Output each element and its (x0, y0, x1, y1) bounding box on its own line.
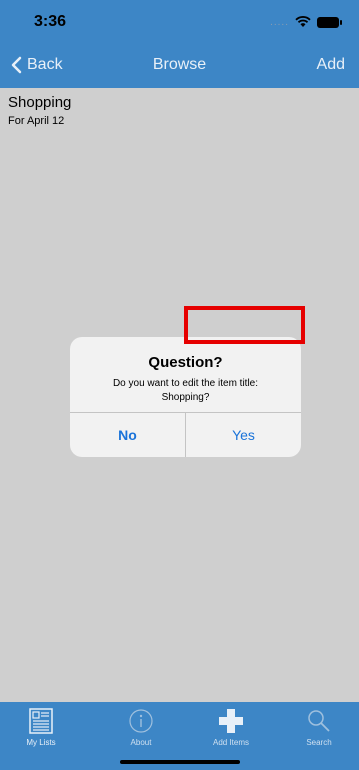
tab-search[interactable]: Search (284, 708, 354, 747)
search-icon (308, 710, 330, 732)
list-item-title: Shopping (8, 94, 72, 111)
plus-icon (219, 709, 243, 733)
tab-about[interactable]: About (106, 708, 176, 747)
status-icons: ..... (270, 16, 342, 28)
home-indicator (120, 760, 240, 764)
info-icon (129, 709, 153, 733)
tab-label: Add Items (212, 738, 249, 747)
add-button[interactable]: Add (317, 56, 345, 74)
tab-label: My Lists (26, 738, 56, 747)
tab-label: Search (306, 738, 332, 747)
list-item[interactable]: Shopping For April 12 (8, 94, 71, 127)
tab-add-items[interactable]: Add Items (196, 708, 266, 747)
wifi-icon (295, 16, 311, 27)
battery-icon (317, 16, 342, 28)
highlight-box (184, 306, 305, 344)
alert-dialog: Question? Do you want to edit the item t… (70, 337, 301, 457)
signal-icon: ..... (270, 16, 289, 28)
status-time: 3:36 (34, 13, 67, 30)
list-item-subtitle: For April 12 (8, 115, 65, 127)
no-button[interactable]: No (70, 413, 185, 457)
list-icon (29, 708, 53, 734)
alert-message: Do you want to edit the item title: Shop… (112, 378, 259, 403)
tab-my-lists[interactable]: My Lists (6, 708, 76, 747)
tab-label: About (130, 738, 152, 747)
navigation-bar: Back Browse Add (0, 44, 359, 88)
status-bar: 3:36 ..... (0, 0, 359, 44)
page-title: Browse (152, 56, 207, 73)
alert-title: Question? (148, 354, 223, 371)
yes-button[interactable]: Yes (186, 413, 301, 457)
tab-bar: My Lists About Add Items Search (0, 702, 359, 770)
